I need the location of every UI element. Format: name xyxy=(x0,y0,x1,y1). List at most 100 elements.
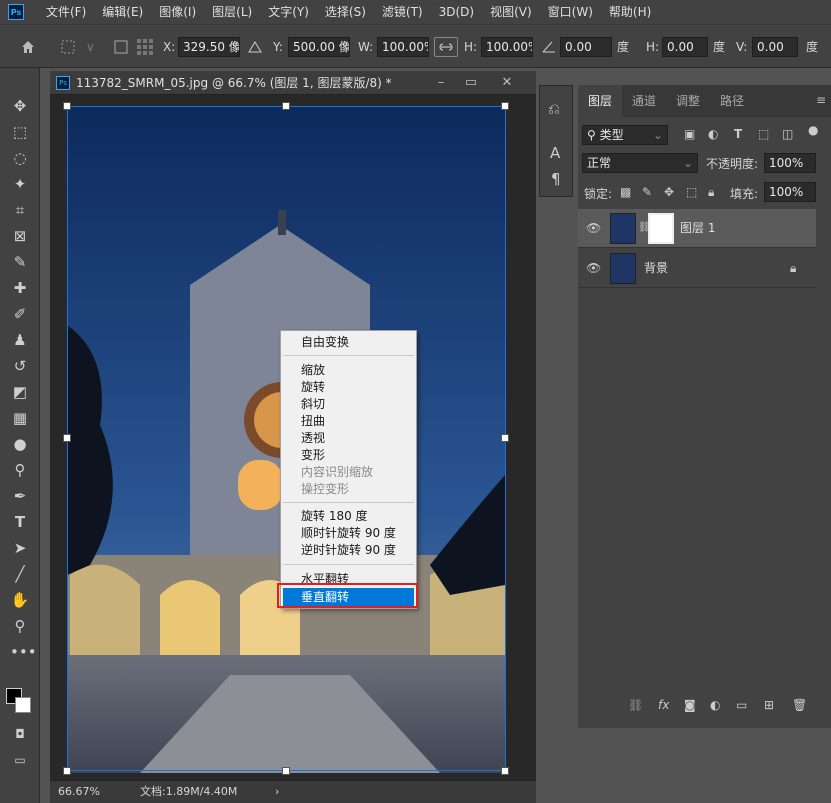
lock-artboard-icon[interactable]: ⬚ xyxy=(686,185,697,199)
link-layers-icon[interactable]: ⛓︎ xyxy=(628,698,643,712)
dropdown-caret-icon[interactable]: ∨ xyxy=(86,37,95,57)
more-icon[interactable]: ••• xyxy=(10,642,37,662)
dodge-icon[interactable]: ⚲ xyxy=(10,460,30,480)
move-tool-icon[interactable]: ✥ xyxy=(10,96,30,116)
minimize-button[interactable]: – xyxy=(426,71,456,95)
menu-help[interactable]: 帮助(H) xyxy=(601,0,659,24)
height-field[interactable]: 100.00% xyxy=(481,37,533,57)
menu-filter[interactable]: 滤镜(T) xyxy=(374,0,431,24)
hand-icon[interactable]: ✋ xyxy=(10,590,30,610)
menu-edit[interactable]: 编辑(E) xyxy=(94,0,151,24)
gradient-icon[interactable]: ▦ xyxy=(10,408,30,428)
layer-mask-thumbnail[interactable] xyxy=(648,213,674,244)
path-select-icon[interactable]: ➤ xyxy=(10,538,30,558)
history-panel-icon[interactable]: ⎌ xyxy=(548,100,560,118)
layer-row-layer1[interactable]: 👁︎ ⛓︎ 图层 1 xyxy=(578,209,816,248)
fill-field[interactable]: 100% xyxy=(764,182,816,202)
brush-icon[interactable]: ✐ xyxy=(10,304,30,324)
menu-layer[interactable]: 图层(L) xyxy=(204,0,260,24)
eraser-icon[interactable]: ◩ xyxy=(10,382,30,402)
pen-icon[interactable]: ✒ xyxy=(10,486,30,506)
x-position-field[interactable]: 329.50 像素 xyxy=(178,37,240,57)
eye-icon[interactable]: 👁︎ xyxy=(586,221,601,235)
link-button[interactable] xyxy=(434,37,458,57)
adjustment-filter-icon[interactable]: ◐ xyxy=(708,127,718,141)
lock-all-icon[interactable]: 🔒︎ xyxy=(708,185,714,200)
new-layer-icon[interactable]: ⊞ xyxy=(764,698,774,712)
menu-perspective[interactable]: 透视 xyxy=(301,430,325,447)
screen-mode-icon[interactable]: ▭ xyxy=(10,750,30,770)
blend-mode-dropdown[interactable]: 正常 ⌄ xyxy=(582,153,698,173)
menu-file[interactable]: 文件(F) xyxy=(38,0,94,24)
menu-distort[interactable]: 扭曲 xyxy=(301,413,325,430)
handle-top-left[interactable] xyxy=(63,102,71,110)
character-panel-icon[interactable]: A xyxy=(550,144,560,162)
zoom-level[interactable]: 66.67% xyxy=(58,781,100,803)
blur-icon[interactable]: ● xyxy=(10,434,30,454)
lasso-icon[interactable]: ◌ xyxy=(10,148,30,168)
menu-skew[interactable]: 斜切 xyxy=(301,396,325,413)
home-icon[interactable] xyxy=(20,39,36,55)
smart-object-filter-icon[interactable]: ◫ xyxy=(782,127,793,141)
panel-menu-icon[interactable]: ≡ xyxy=(816,93,826,107)
reference-point-icon[interactable] xyxy=(136,38,154,56)
handle-middle-right[interactable] xyxy=(501,434,509,442)
delta-icon[interactable] xyxy=(248,40,262,54)
tab-adjustments[interactable]: 调整 xyxy=(666,85,710,117)
history-brush-icon[interactable]: ↺ xyxy=(10,356,30,376)
background-color-swatch[interactable] xyxy=(15,697,31,713)
handle-top-center[interactable] xyxy=(282,102,290,110)
adjustment-layer-icon[interactable]: ◐ xyxy=(710,698,720,712)
menu-image[interactable]: 图像(I) xyxy=(151,0,204,24)
magic-wand-icon[interactable]: ✦ xyxy=(10,174,30,194)
document-tab[interactable]: Ps 113782_SMRM_05.jpg @ 66.7% (图层 1, 图层蒙… xyxy=(50,71,536,95)
handle-bottom-center[interactable] xyxy=(282,767,290,775)
layer-name[interactable]: 图层 1 xyxy=(680,209,715,248)
pixel-filter-icon[interactable]: ▣ xyxy=(684,127,695,141)
fx-icon[interactable]: fx xyxy=(658,698,669,712)
zoom-icon[interactable]: ⚲ xyxy=(10,616,30,636)
menu-rotate[interactable]: 旋转 xyxy=(301,379,325,396)
menu-rotate-90-ccw[interactable]: 逆时针旋转 90 度 xyxy=(301,542,396,559)
width-field[interactable]: 100.00% xyxy=(377,37,429,57)
tab-paths[interactable]: 路径 xyxy=(710,85,754,117)
status-menu-arrow[interactable]: › xyxy=(275,781,279,803)
y-position-field[interactable]: 500.00 像素 xyxy=(288,37,350,57)
layer-row-background[interactable]: 👁︎ 背景 🔒︎ xyxy=(578,249,816,288)
menu-window[interactable]: 窗口(W) xyxy=(540,0,601,24)
trash-icon[interactable]: 🗑︎ xyxy=(792,698,807,712)
close-button[interactable]: ✕ xyxy=(492,71,522,95)
add-mask-icon[interactable]: ◙ xyxy=(684,698,696,712)
lock-image-icon[interactable]: ✎ xyxy=(642,185,652,199)
crop-icon[interactable]: ⌗ xyxy=(10,200,30,220)
stamp-icon[interactable]: ♟ xyxy=(10,330,30,350)
type-filter-icon[interactable]: T xyxy=(734,127,742,141)
quick-mask-icon[interactable]: ◘ xyxy=(10,724,30,744)
menu-free-transform[interactable]: 自由变换 xyxy=(301,334,349,351)
tab-channels[interactable]: 通道 xyxy=(622,85,666,117)
reference-checkbox[interactable] xyxy=(114,40,128,54)
menu-warp[interactable]: 变形 xyxy=(301,447,325,464)
marquee-icon[interactable]: ⬚ xyxy=(10,122,30,142)
handle-bottom-left[interactable] xyxy=(63,767,71,775)
menu-rotate-90-cw[interactable]: 顺时针旋转 90 度 xyxy=(301,525,396,542)
handle-top-right[interactable] xyxy=(501,102,509,110)
menu-3d[interactable]: 3D(D) xyxy=(431,0,482,24)
type-icon[interactable]: T xyxy=(10,512,30,532)
menu-view[interactable]: 视图(V) xyxy=(482,0,540,24)
menu-rotate-180[interactable]: 旋转 180 度 xyxy=(301,508,368,525)
folder-icon[interactable]: ▭ xyxy=(736,698,747,712)
transform-reference-icon[interactable] xyxy=(60,39,78,55)
angle-field[interactable]: 0.00 xyxy=(560,37,612,57)
eyedropper-icon[interactable]: ✎ xyxy=(10,252,30,272)
filter-toggle-icon[interactable]: ● xyxy=(808,123,818,137)
healing-brush-icon[interactable]: ✚ xyxy=(10,278,30,298)
menu-type[interactable]: 文字(Y) xyxy=(260,0,317,24)
line-icon[interactable]: ╱ xyxy=(10,564,30,584)
maximize-button[interactable]: ▭ xyxy=(456,71,486,95)
lock-transparent-icon[interactable]: ▩ xyxy=(620,185,631,199)
handle-bottom-right[interactable] xyxy=(501,767,509,775)
filter-type-dropdown[interactable]: ⚲ 类型 ⌄ xyxy=(582,125,668,145)
layer-name[interactable]: 背景 xyxy=(644,249,668,288)
opacity-field[interactable]: 100% xyxy=(764,153,816,173)
